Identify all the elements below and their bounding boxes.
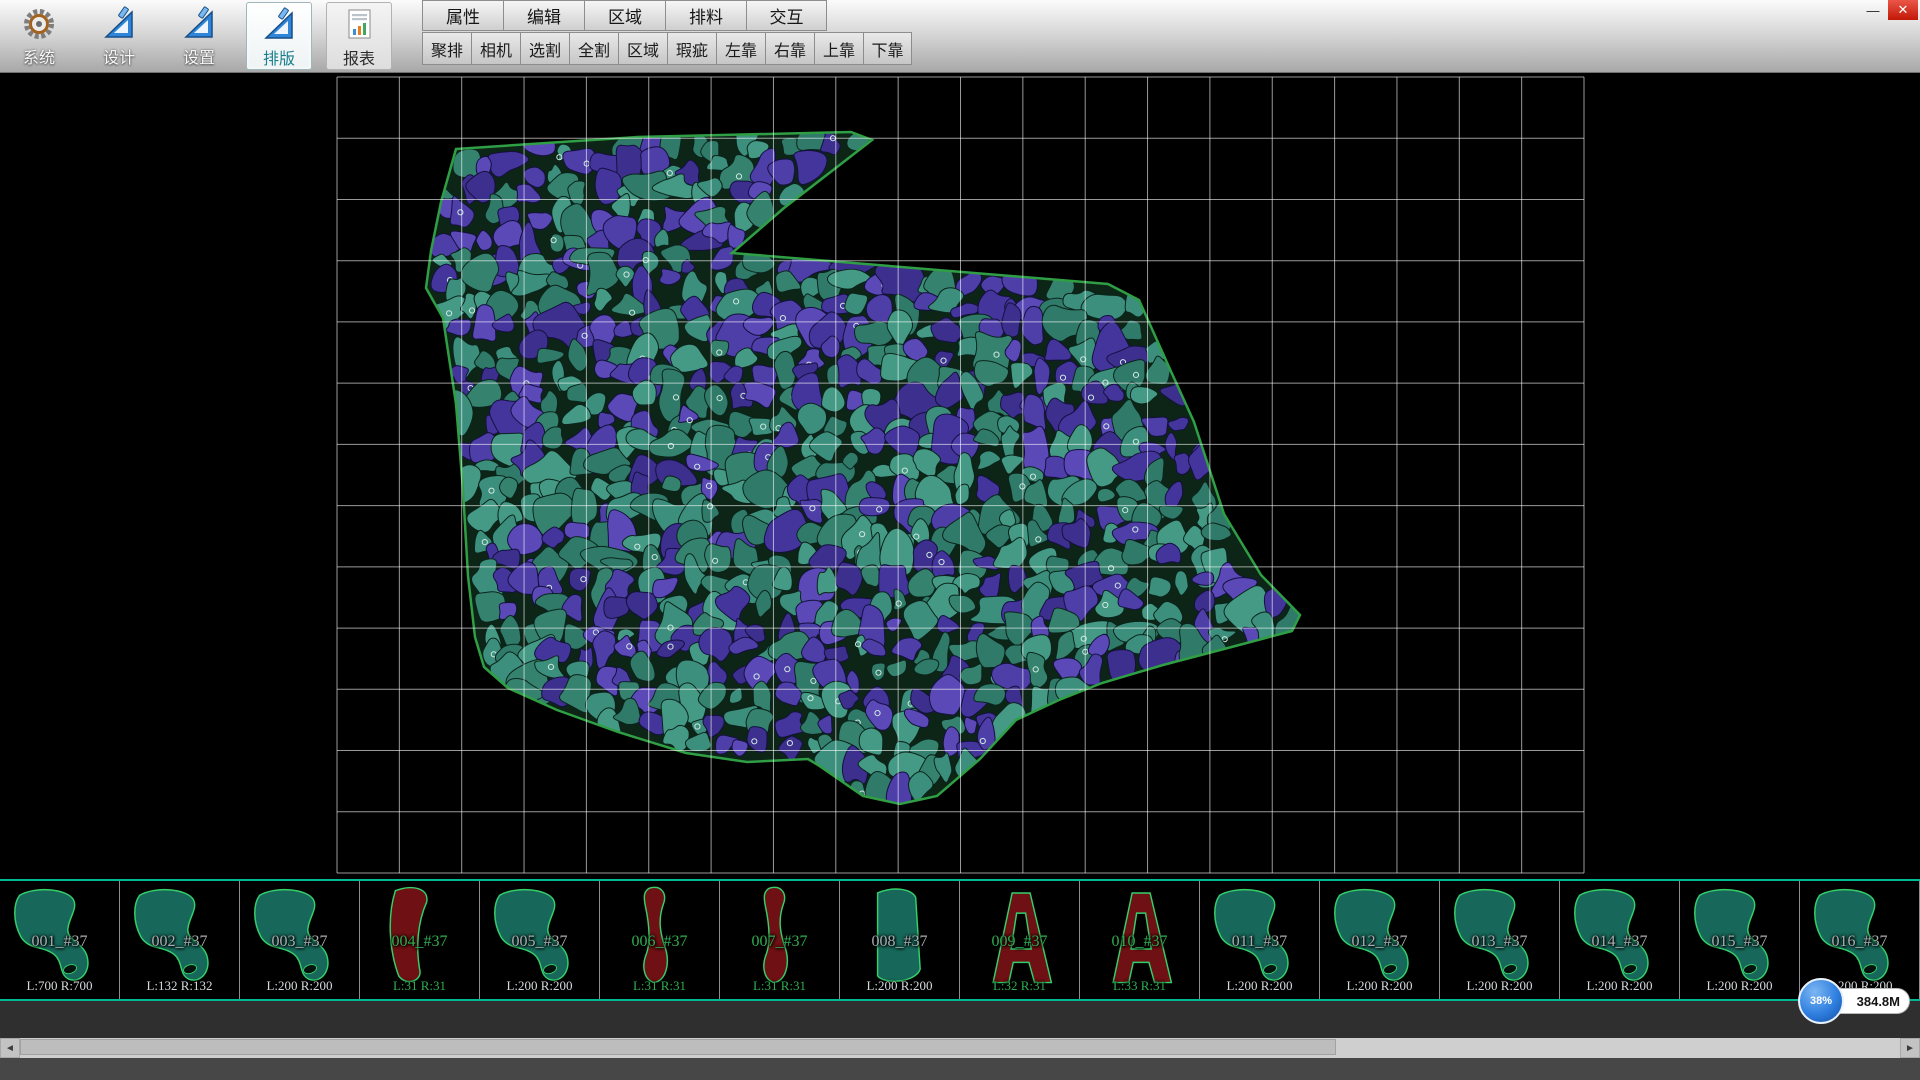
piece-name: 008_#37	[840, 933, 959, 951]
menu-tabs: 属性编辑区域排料交互	[422, 0, 912, 31]
tool-button-3[interactable]: 全割	[569, 32, 618, 65]
set-square-icon	[100, 5, 138, 43]
tool-button-5[interactable]: 瑕疵	[667, 32, 716, 65]
gear-icon	[20, 5, 58, 43]
tool-button-row: 聚排相机选割全割区域瑕疵左靠右靠上靠下靠	[422, 32, 912, 65]
piece-cell[interactable]: 008_#37 L:200 R:200	[840, 881, 960, 999]
usage-percent-value: 38%	[1810, 995, 1832, 1007]
piece-meta: L:200 R:200	[480, 978, 599, 994]
piece-meta: L:200 R:200	[1200, 978, 1319, 994]
piece-cell[interactable]: 015_#37 L:200 R:200	[1680, 881, 1800, 999]
canvas-svg	[0, 73, 1920, 879]
piece-meta: L:31 R:31	[600, 978, 719, 994]
piece-meta: L:31 R:31	[720, 978, 839, 994]
piece-cell[interactable]: 012_#37 L:200 R:200	[1320, 881, 1440, 999]
piece-name: 015_#37	[1680, 933, 1799, 951]
piece-name: 012_#37	[1320, 933, 1439, 951]
piece-meta: L:200 R:200	[240, 978, 359, 994]
usage-percent-badge: 38%	[1798, 978, 1844, 1024]
scrollbar-track[interactable]	[20, 1038, 1900, 1058]
nesting-canvas[interactable]	[0, 73, 1920, 879]
application-window: 系统设计设置排版报表 属性编辑区域排料交互 聚排相机选割全割区域瑕疵左靠右靠上靠…	[0, 0, 1920, 1080]
piece-name: 001_#37	[0, 933, 119, 951]
tool-button-4[interactable]: 区域	[618, 32, 667, 65]
piece-name: 006_#37	[600, 933, 719, 951]
toolbar-layout-button[interactable]: 排版	[246, 2, 312, 70]
menu-tab-3[interactable]: 排料	[665, 0, 746, 31]
piece-cell[interactable]: 002_#37 L:132 R:132	[120, 881, 240, 999]
horizontal-scrollbar[interactable]: ◄ ►	[0, 1038, 1920, 1058]
pieces-strip: 001_#37L:700 R:700002_#37L:132 R:132003_…	[0, 879, 1920, 1001]
tool-button-8[interactable]: 上靠	[814, 32, 863, 65]
scroll-left-arrow-icon[interactable]: ◄	[0, 1038, 20, 1058]
piece-cell[interactable]: 009_#37 L:32 R:31	[960, 881, 1080, 999]
minimize-button[interactable]: —	[1858, 0, 1888, 20]
piece-cell[interactable]: 011_#37 L:200 R:200	[1200, 881, 1320, 999]
tool-button-6[interactable]: 左靠	[716, 32, 765, 65]
bottom-filler	[0, 1058, 1920, 1080]
piece-cell[interactable]: 006_#37 L:31 R:31	[600, 881, 720, 999]
set-square-icon	[260, 6, 298, 44]
piece-meta: L:200 R:200	[1560, 978, 1679, 994]
scrollbar-thumb[interactable]	[20, 1039, 1336, 1055]
piece-cell[interactable]: 001_#37 L:700 R:700	[0, 881, 120, 999]
piece-cell[interactable]: 013_#37 L:200 R:200	[1440, 881, 1560, 999]
tool-button-9[interactable]: 下靠	[863, 32, 912, 65]
piece-meta: L:200 R:200	[1320, 978, 1439, 994]
toolbar-button-label: 排版	[263, 45, 295, 69]
piece-meta: L:700 R:700	[0, 978, 119, 994]
top-toolbar: 系统设计设置排版报表 属性编辑区域排料交互 聚排相机选割全割区域瑕疵左靠右靠上靠…	[0, 0, 1920, 73]
window-controls: — ✕	[1858, 0, 1918, 20]
menu-tab-0[interactable]: 属性	[422, 0, 503, 31]
piece-name: 005_#37	[480, 933, 599, 951]
grid-layer	[337, 77, 1584, 873]
piece-meta: L:31 R:31	[360, 978, 479, 994]
piece-name: 002_#37	[120, 933, 239, 951]
menu-block: 属性编辑区域排料交互 聚排相机选割全割区域瑕疵左靠右靠上靠下靠	[422, 0, 912, 65]
piece-meta: L:200 R:200	[1440, 978, 1559, 994]
report-icon	[340, 6, 378, 44]
piece-name: 003_#37	[240, 933, 359, 951]
piece-meta: L:200 R:200	[840, 978, 959, 994]
menu-tab-4[interactable]: 交互	[746, 0, 827, 31]
toolbar-system-button[interactable]: 系统	[6, 2, 72, 70]
piece-name: 011_#37	[1200, 933, 1319, 951]
piece-name: 007_#37	[720, 933, 839, 951]
toolbar-button-label: 系统	[23, 44, 55, 68]
piece-cell[interactable]: 010_#37 L:33 R:31	[1080, 881, 1200, 999]
toolbar-report-button[interactable]: 报表	[326, 2, 392, 70]
status-bar	[0, 1001, 1920, 1038]
menu-tab-1[interactable]: 编辑	[503, 0, 584, 31]
piece-cell[interactable]: 005_#37 L:200 R:200	[480, 881, 600, 999]
piece-name: 004_#37	[360, 933, 479, 951]
toolbar-button-label: 设置	[183, 44, 215, 68]
piece-cell[interactable]: 014_#37 L:200 R:200	[1560, 881, 1680, 999]
piece-name: 013_#37	[1440, 933, 1559, 951]
piece-cell[interactable]: 007_#37 L:31 R:31	[720, 881, 840, 999]
piece-meta: L:33 R:31	[1080, 978, 1199, 994]
piece-cell[interactable]: 004_#37 L:31 R:31	[360, 881, 480, 999]
main-toolbar: 系统 设计 设置 排版 报表	[6, 2, 392, 72]
toolbar-button-label: 设计	[103, 44, 135, 68]
scroll-right-arrow-icon[interactable]: ►	[1900, 1038, 1920, 1058]
piece-name: 014_#37	[1560, 933, 1679, 951]
memory-usage-value: 384.8M	[1857, 994, 1900, 1009]
close-button[interactable]: ✕	[1888, 0, 1918, 20]
tool-button-1[interactable]: 相机	[471, 32, 520, 65]
piece-cell[interactable]: 003_#37 L:200 R:200	[240, 881, 360, 999]
piece-name: 010_#37	[1080, 933, 1199, 951]
piece-meta: L:132 R:132	[120, 978, 239, 994]
set-square-icon	[180, 5, 218, 43]
tool-button-7[interactable]: 右靠	[765, 32, 814, 65]
toolbar-button-label: 报表	[343, 45, 375, 69]
tool-button-0[interactable]: 聚排	[422, 32, 471, 65]
toolbar-design-button[interactable]: 设计	[86, 2, 152, 70]
tool-button-2[interactable]: 选割	[520, 32, 569, 65]
piece-name: 009_#37	[960, 933, 1079, 951]
piece-meta: L:200 R:200	[1680, 978, 1799, 994]
toolbar-settings-button[interactable]: 设置	[166, 2, 232, 70]
piece-meta: L:32 R:31	[960, 978, 1079, 994]
menu-tab-2[interactable]: 区域	[584, 0, 665, 31]
piece-name: 016_#37	[1800, 933, 1919, 951]
